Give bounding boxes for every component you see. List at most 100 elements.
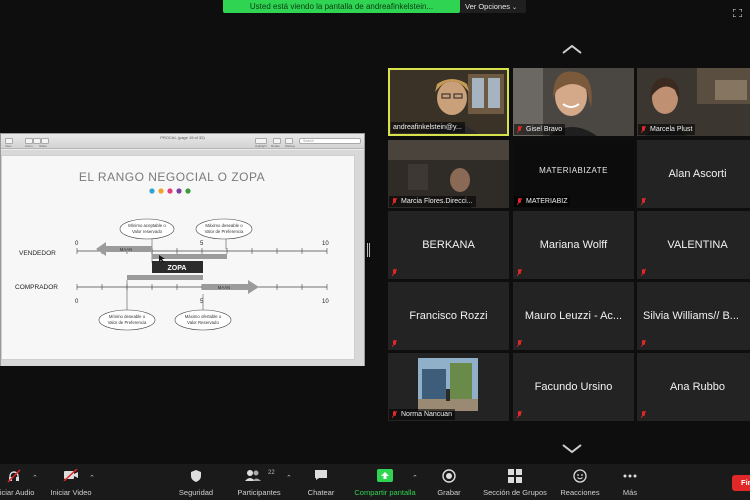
participant-name: Facundo Ursino [534, 381, 613, 393]
participant-tile[interactable]: Silvia Williams// B... [637, 282, 750, 350]
bubble-text: Valor reservado [132, 229, 163, 234]
reactions-label: Reacciones [560, 488, 600, 497]
share-screen-button[interactable]: Compartir pantalla [349, 464, 421, 500]
participant-name: Marcia Flores.Direcci... [401, 198, 473, 205]
muted-mic-icon [641, 340, 646, 347]
slide-page: EL RANGO NEGOCIAL O ZOPA Mínimo aceptabl… [1, 155, 355, 360]
participant-tile[interactable]: Alan Ascorti [637, 140, 750, 208]
participant-name: MATERIABIZ [526, 198, 568, 205]
participant-tile[interactable]: Mauro Leuzzi - Ac... [513, 282, 634, 350]
muted-mic-icon [641, 411, 646, 418]
participants-label: Participantes [237, 488, 281, 497]
security-button[interactable]: Seguridad [170, 464, 222, 500]
zopa-diagram: EL RANGO NEGOCIAL O ZOPA Mínimo aceptabl… [15, 170, 329, 331]
bubble-text: Valor de Preferencia [205, 229, 244, 234]
share-screen-icon [377, 469, 393, 482]
bubble-text: Mínimo deseable o [109, 314, 146, 319]
participant-tile[interactable]: andreafinkelstein@y... [388, 68, 509, 136]
participants-count: 22 [268, 470, 275, 476]
record-button[interactable]: Grabar [430, 464, 468, 500]
start-audio-label: Iniciar Audio [0, 488, 35, 497]
shield-icon [191, 470, 201, 482]
participant-tile[interactable]: Mariana Wolff [513, 211, 634, 279]
bubble-text: Máximo deseable o [205, 223, 243, 228]
participant-tile[interactable]: MATERIABIZATE MATERIABIZ [513, 140, 634, 208]
scale-max-label: 10 [322, 241, 329, 247]
scale-mid-label: 5 [200, 299, 204, 305]
muted-mic-icon [517, 269, 522, 276]
participant-tile[interactable]: BERKANA [388, 211, 509, 279]
color-dot [185, 188, 191, 194]
muted-mic-icon [392, 269, 397, 276]
participant-tile[interactable]: Francisco Rozzi [388, 282, 509, 350]
audio-options-caret-icon[interactable]: ⌃ [32, 474, 38, 482]
participant-name-tag: MATERIABIZ [514, 196, 571, 207]
gallery-page-up-icon[interactable] [562, 44, 582, 54]
headphones-muted-icon [7, 469, 21, 483]
participant-tile[interactable]: Facundo Ursino [513, 353, 634, 421]
reactions-button[interactable]: Reacciones [556, 464, 604, 500]
participant-name: Norma Nancuan [401, 411, 452, 418]
participant-tile[interactable]: VALENTINA [637, 211, 750, 279]
breakout-rooms-button[interactable]: Sección de Grupos [479, 464, 551, 500]
participant-name: Mariana Wolff [539, 239, 608, 251]
participants-icon [245, 470, 261, 481]
participant-tile[interactable]: Gisel Bravo [513, 68, 634, 136]
share-options-caret-icon[interactable]: ⌃ [412, 474, 418, 482]
start-audio-button[interactable]: Iniciar Audio [0, 464, 40, 500]
participant-name-tag: Marcia Flores.Direcci... [389, 196, 476, 207]
slide-title: EL RANGO NEGOCIAL O ZOPA [79, 170, 265, 184]
scale-mid-label: 5 [200, 241, 204, 247]
view-options-button[interactable]: Ver Opciones ⌄ [460, 0, 526, 13]
participant-tile[interactable]: Norma Nancuan [388, 353, 509, 421]
breakout-rooms-label: Sección de Grupos [483, 488, 547, 497]
split-view-handle[interactable] [367, 243, 370, 257]
share-screen-label: Compartir pantalla [354, 488, 416, 497]
zopa-label: ZOPA [168, 265, 187, 272]
scale-max-label: 10 [322, 299, 329, 305]
comprador-label: COMPRADOR [15, 284, 58, 291]
start-video-button[interactable]: Iniciar Video [44, 464, 98, 500]
muted-mic-icon [641, 126, 646, 133]
participant-name: Gisel Bravo [526, 126, 563, 133]
participant-name: BERKANA [422, 239, 475, 251]
participant-tile[interactable]: Ana Rubbo [637, 353, 750, 421]
bubble-text: Valor Reservado [187, 320, 219, 325]
video-options-caret-icon[interactable]: ⌃ [89, 474, 95, 482]
participant-name: Silvia Williams// B... [643, 310, 739, 322]
participant-tile[interactable]: Marcela Plust [637, 68, 750, 136]
chat-label: Chatear [307, 488, 335, 497]
vendedor-label: VENDEDOR [19, 250, 56, 257]
document-viewport: EL RANGO NEGOCIAL O ZOPA Mínimo aceptabl… [1, 150, 364, 366]
participant-name: andreafinkelstein@y... [391, 122, 465, 133]
color-dot [158, 188, 164, 194]
fullscreen-icon[interactable] [733, 9, 742, 17]
start-video-label: Iniciar Video [50, 488, 92, 497]
gallery-page-down-icon[interactable] [562, 444, 582, 454]
color-dot [167, 188, 173, 194]
meeting-controls-bar: Iniciar Audio ⌃ Iniciar Video ⌃ Segurida… [0, 464, 750, 500]
toolbar-label-markup: Markup [285, 144, 296, 148]
toolbar-label-zoom: Zoom [25, 144, 33, 148]
muted-mic-icon [517, 340, 522, 347]
more-dots-icon [623, 474, 637, 478]
muted-mic-icon [517, 126, 522, 133]
participants-options-caret-icon[interactable]: ⌃ [286, 474, 292, 482]
window-titlebar: PROCAL (page 19 of 32) View Zoom Share H… [1, 134, 364, 149]
chat-button[interactable]: Chatear [300, 464, 342, 500]
toolbar-label-view: View [5, 144, 12, 148]
record-label: Grabar [437, 488, 461, 497]
participant-tile[interactable]: Marcia Flores.Direcci... [388, 140, 509, 208]
comprador-range-bar [127, 275, 203, 280]
participant-name: Mauro Leuzzi - Ac... [524, 310, 623, 322]
document-search-input[interactable]: Search [299, 138, 361, 144]
end-meeting-button[interactable]: Fin [732, 475, 750, 491]
muted-mic-icon [517, 411, 522, 418]
comprador-maan-arrow [202, 280, 259, 294]
participants-button[interactable]: 22 Participantes [230, 464, 288, 500]
more-button[interactable]: Más [612, 464, 648, 500]
participant-name: Marcela Plust [650, 126, 693, 133]
scale-min-label: 0 [75, 241, 79, 247]
participant-name: Francisco Rozzi [409, 310, 488, 322]
participant-name-tag: Norma Nancuan [389, 409, 455, 420]
